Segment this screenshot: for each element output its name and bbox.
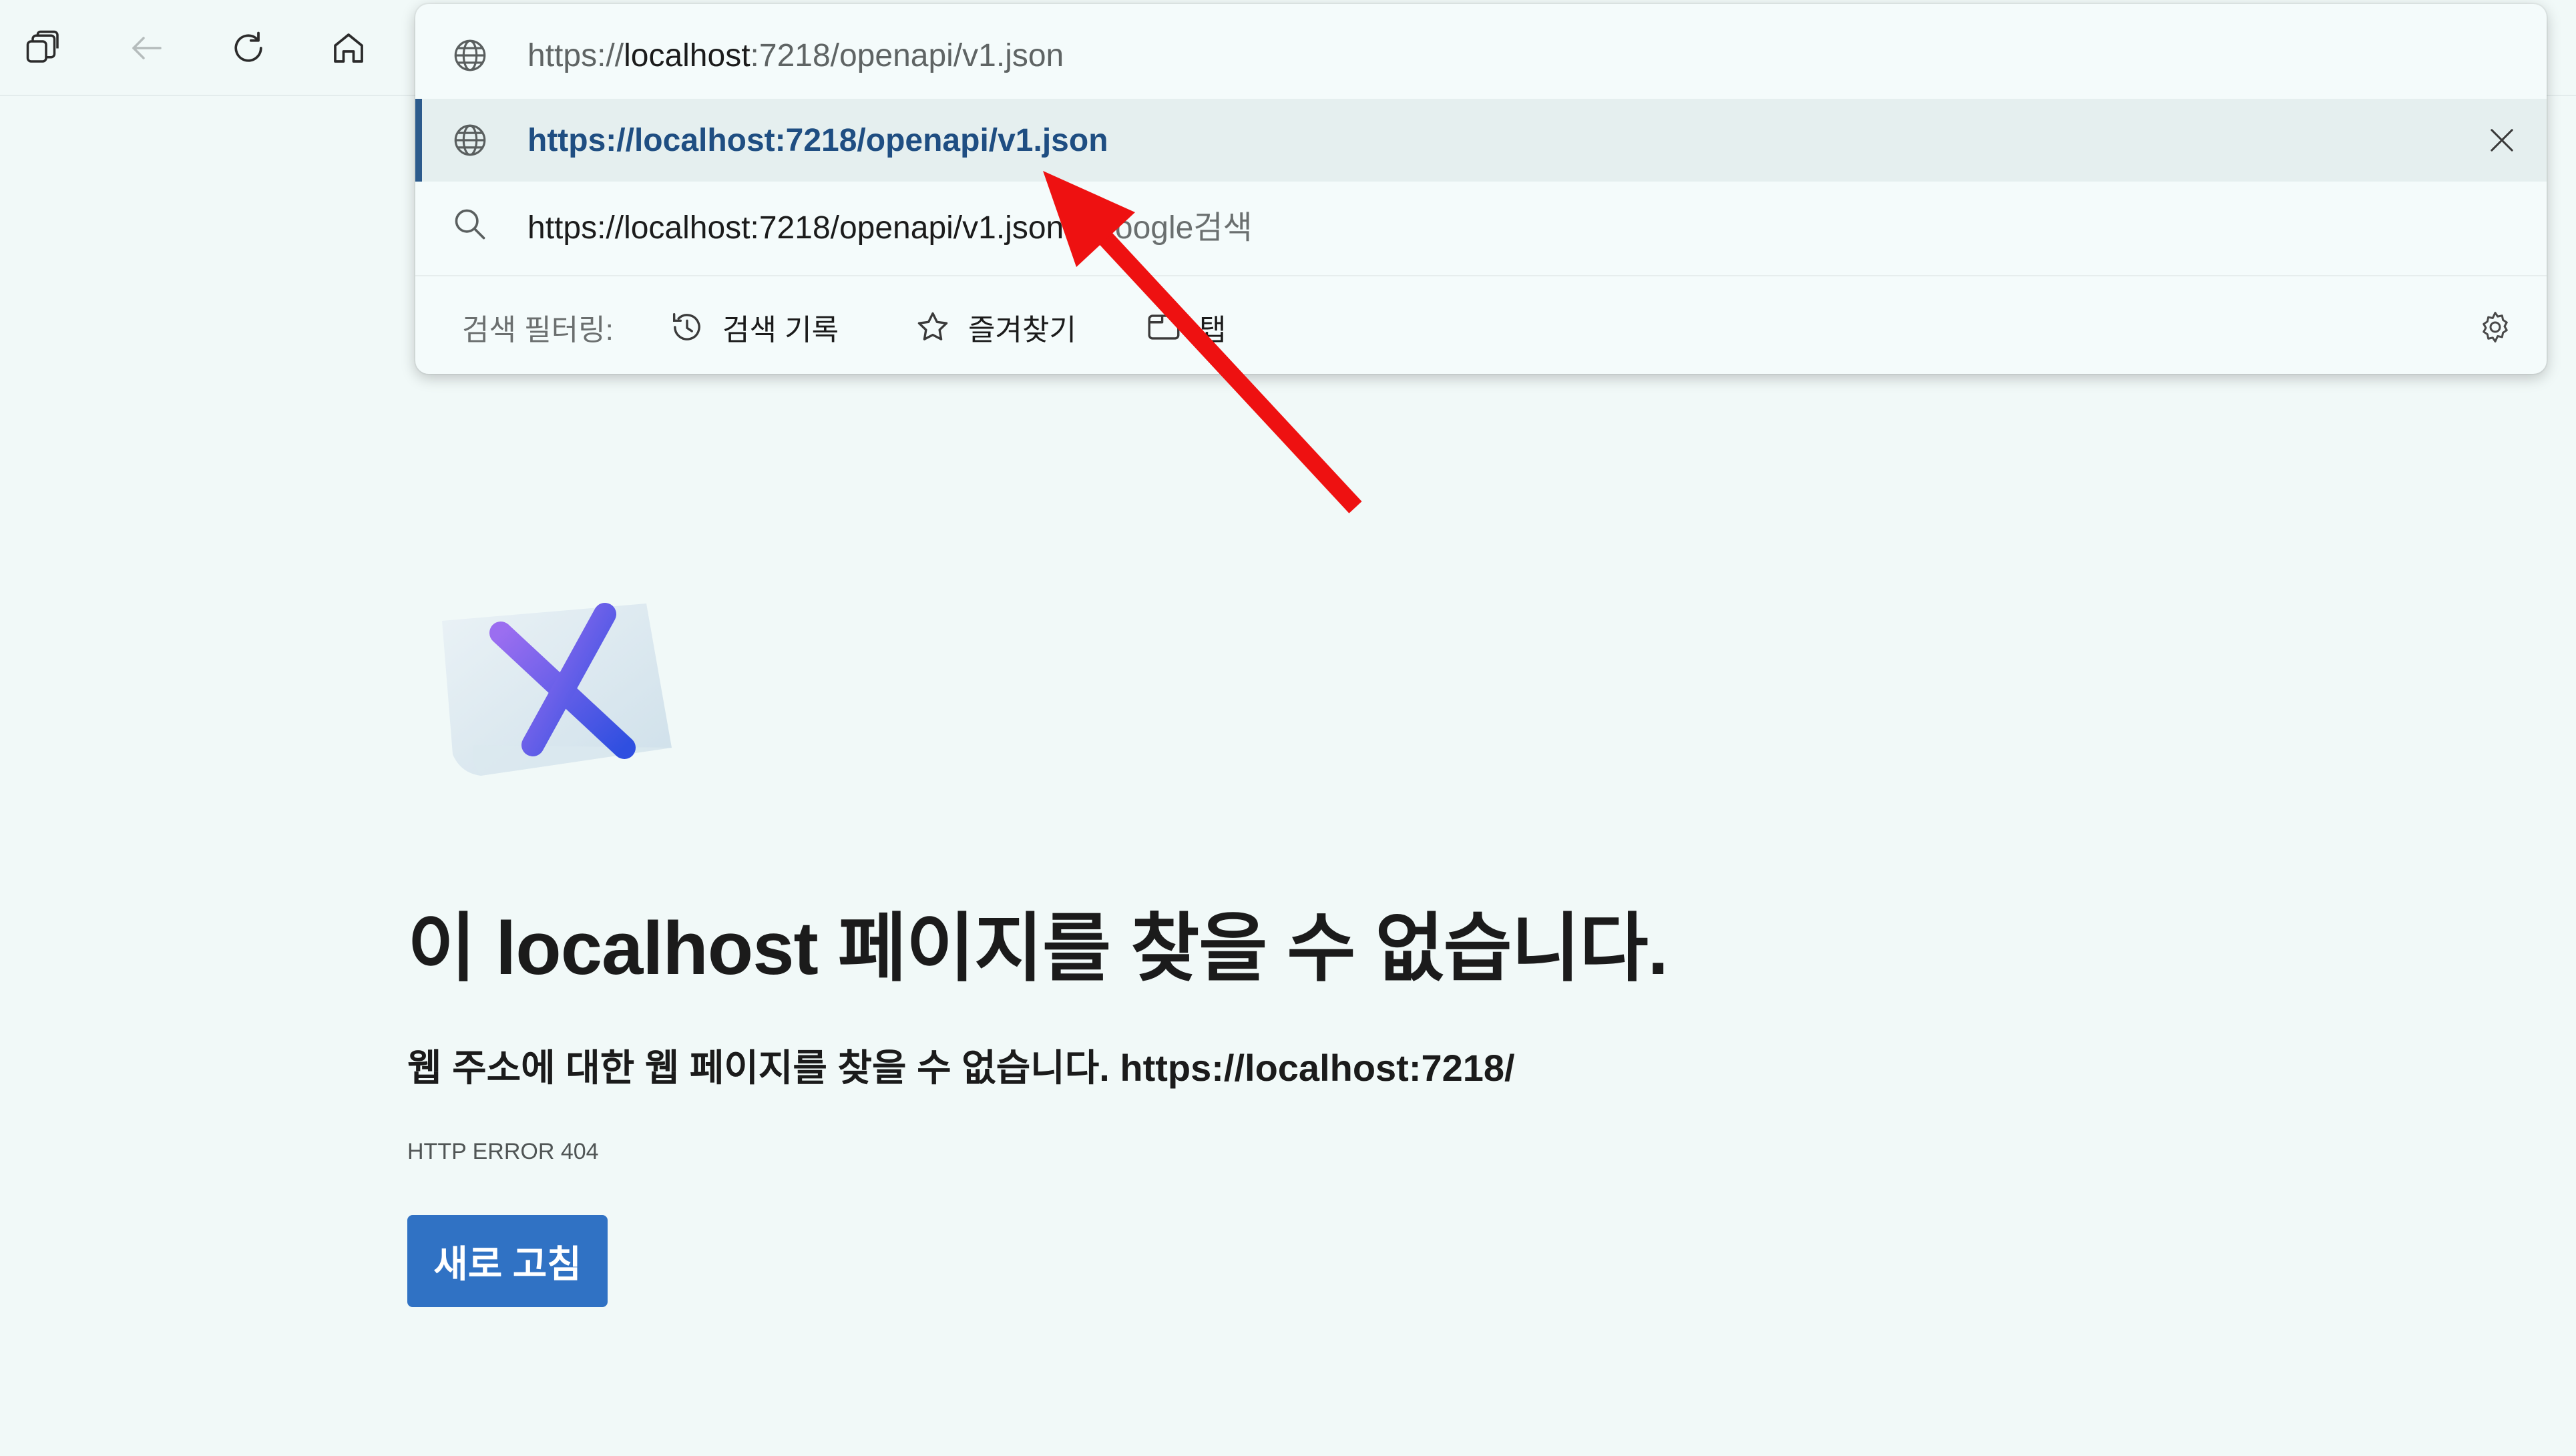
globe-icon [450, 35, 490, 75]
filter-favorites-label: 즐겨찾기 [968, 314, 1076, 346]
refresh-icon [234, 31, 262, 62]
globe-icon [450, 120, 490, 160]
gear-icon[interactable] [2472, 304, 2519, 350]
filter-tabs-chip[interactable]: 탭 [1144, 300, 1226, 354]
home-icon [334, 33, 363, 63]
error-title: 이 localhost 페이지를 찾을 수 없습니다. [407, 907, 1669, 990]
address-bar-dropdown: https://localhost:7218/openapi/v1.json h… [415, 4, 2547, 374]
search-icon [450, 204, 490, 244]
star-icon [917, 312, 948, 340]
search-filter-bar: 검색 필터링: 검색 기록 즐겨찾기 탭 [415, 280, 2547, 374]
filter-history-chip[interactable]: 검색 기록 [668, 300, 839, 354]
home-button[interactable] [320, 20, 377, 76]
refresh-button[interactable] [220, 20, 276, 76]
error-document-icon [442, 603, 672, 776]
selection-indicator [415, 99, 422, 182]
filter-history-label: 검색 기록 [722, 314, 839, 346]
history-icon [672, 312, 700, 340]
suggestion-search-text[interactable]: https://localhost:7218/openapi/v1.json - … [527, 201, 1253, 248]
suggestion-search[interactable]: https://localhost:7218/openapi/v1.json - … [415, 183, 2547, 266]
error-code: HTTP ERROR 404 [407, 1139, 599, 1164]
address-input[interactable]: https://localhost:7218/openapi/v1.json [415, 16, 2547, 95]
back-button[interactable] [119, 20, 175, 76]
address-input-text[interactable]: https://localhost:7218/openapi/v1.json [527, 37, 1064, 74]
filter-tabs-label: 탭 [1199, 314, 1227, 346]
close-icon[interactable] [2479, 117, 2525, 164]
suggestion-url-selected[interactable]: https://localhost:7218/openapi/v1.json [415, 99, 2547, 182]
browser-window: https://localhost:7218/openapi/v1.json h… [0, 0, 2576, 1456]
filter-favorites-chip[interactable]: 즐겨찾기 [913, 300, 1076, 354]
divider [415, 275, 2547, 276]
reload-button[interactable]: 새로 고침 [407, 1215, 608, 1307]
workspaces-icon [26, 30, 59, 63]
back-arrow-icon [132, 37, 162, 59]
filter-label: 검색 필터링: [462, 314, 614, 346]
error-description: 웹 주소에 대한 웹 페이지를 찾을 수 없습니다. https://local… [407, 1047, 1515, 1089]
suggestion-url-text[interactable]: https://localhost:7218/openapi/v1.json [527, 122, 1108, 159]
workspaces-button[interactable] [15, 20, 71, 76]
tab-icon [1148, 314, 1180, 340]
